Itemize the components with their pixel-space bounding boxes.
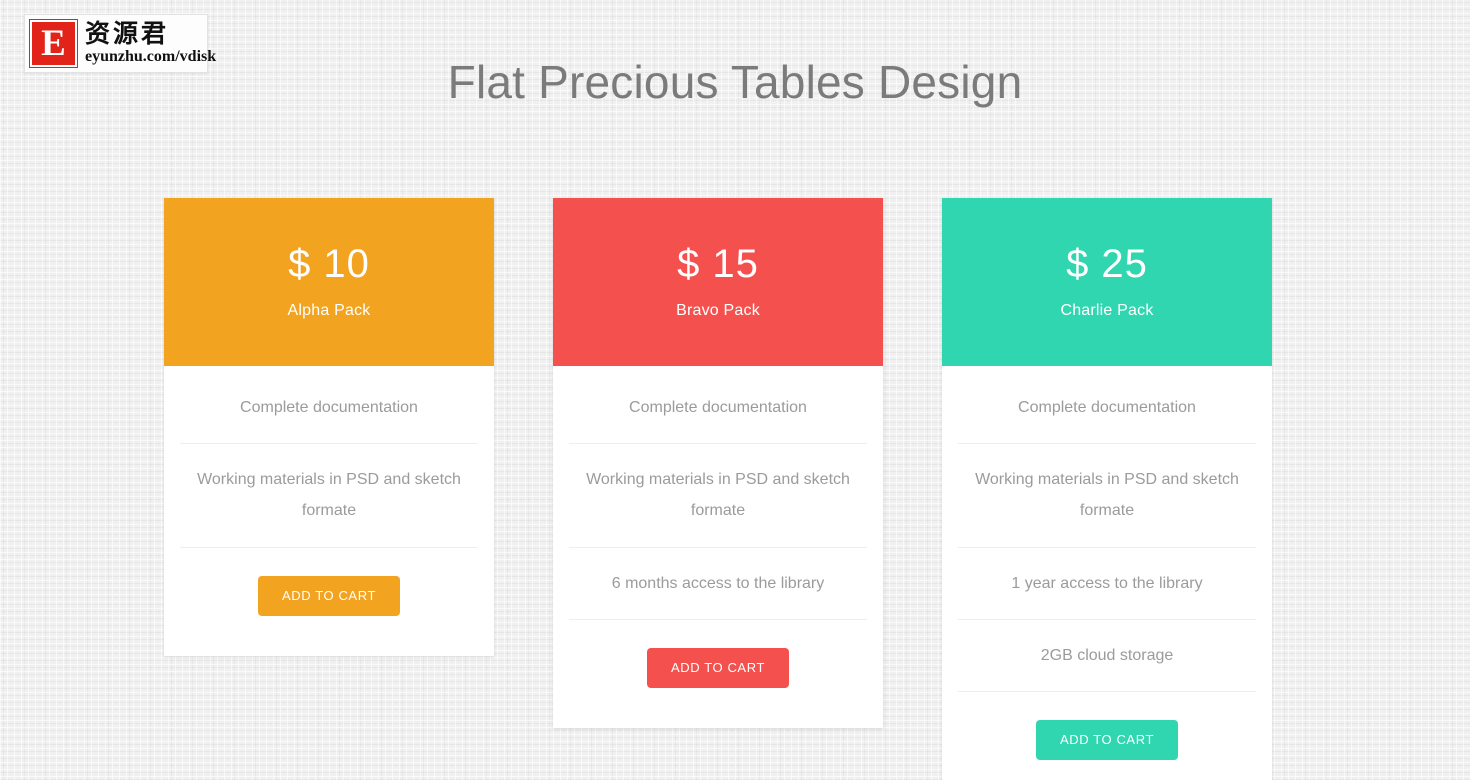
- card-plan-name: Alpha Pack: [287, 302, 371, 319]
- cta-wrapper: ADD TO CART: [180, 548, 478, 616]
- add-to-cart-button[interactable]: ADD TO CART: [1035, 719, 1178, 760]
- page-title: Flat Precious Tables Design: [447, 56, 1023, 108]
- card-price: $ 25: [1066, 242, 1148, 286]
- card-header-bravo: $ 15 Bravo Pack: [553, 198, 883, 366]
- cta-wrapper: ADD TO CART: [958, 692, 1256, 760]
- pricing-card-bravo: $ 15 Bravo Pack Complete documentation W…: [553, 198, 883, 728]
- feature-item: Complete documentation: [180, 366, 478, 445]
- feature-item: Complete documentation: [569, 366, 867, 445]
- feature-item: 6 months access to the library: [569, 548, 867, 620]
- feature-item: Working materials in PSD and sketch form…: [180, 444, 478, 548]
- card-plan-name: Charlie Pack: [1060, 302, 1154, 319]
- card-price: $ 10: [288, 242, 370, 286]
- cta-wrapper: ADD TO CART: [569, 620, 867, 688]
- feature-item: Complete documentation: [958, 366, 1256, 445]
- card-body-charlie: Complete documentation Working materials…: [942, 366, 1272, 780]
- pricing-card-alpha: $ 10 Alpha Pack Complete documentation W…: [164, 198, 494, 656]
- feature-item: Working materials in PSD and sketch form…: [958, 444, 1256, 548]
- pricing-card-charlie: $ 25 Charlie Pack Complete documentation…: [942, 198, 1272, 780]
- add-to-cart-button[interactable]: ADD TO CART: [257, 575, 400, 616]
- feature-item: 2GB cloud storage: [958, 620, 1256, 692]
- card-header-charlie: $ 25 Charlie Pack: [942, 198, 1272, 366]
- card-header-alpha: $ 10 Alpha Pack: [164, 198, 494, 366]
- feature-item: Working materials in PSD and sketch form…: [569, 444, 867, 548]
- card-body-bravo: Complete documentation Working materials…: [553, 366, 883, 728]
- card-price: $ 15: [677, 242, 759, 286]
- card-body-alpha: Complete documentation Working materials…: [164, 366, 494, 656]
- pricing-table-row: $ 10 Alpha Pack Complete documentation W…: [164, 198, 1272, 780]
- add-to-cart-button[interactable]: ADD TO CART: [646, 647, 789, 688]
- card-plan-name: Bravo Pack: [676, 302, 760, 319]
- logo-chinese-name: 资源君: [85, 19, 170, 49]
- feature-item: 1 year access to the library: [958, 548, 1256, 620]
